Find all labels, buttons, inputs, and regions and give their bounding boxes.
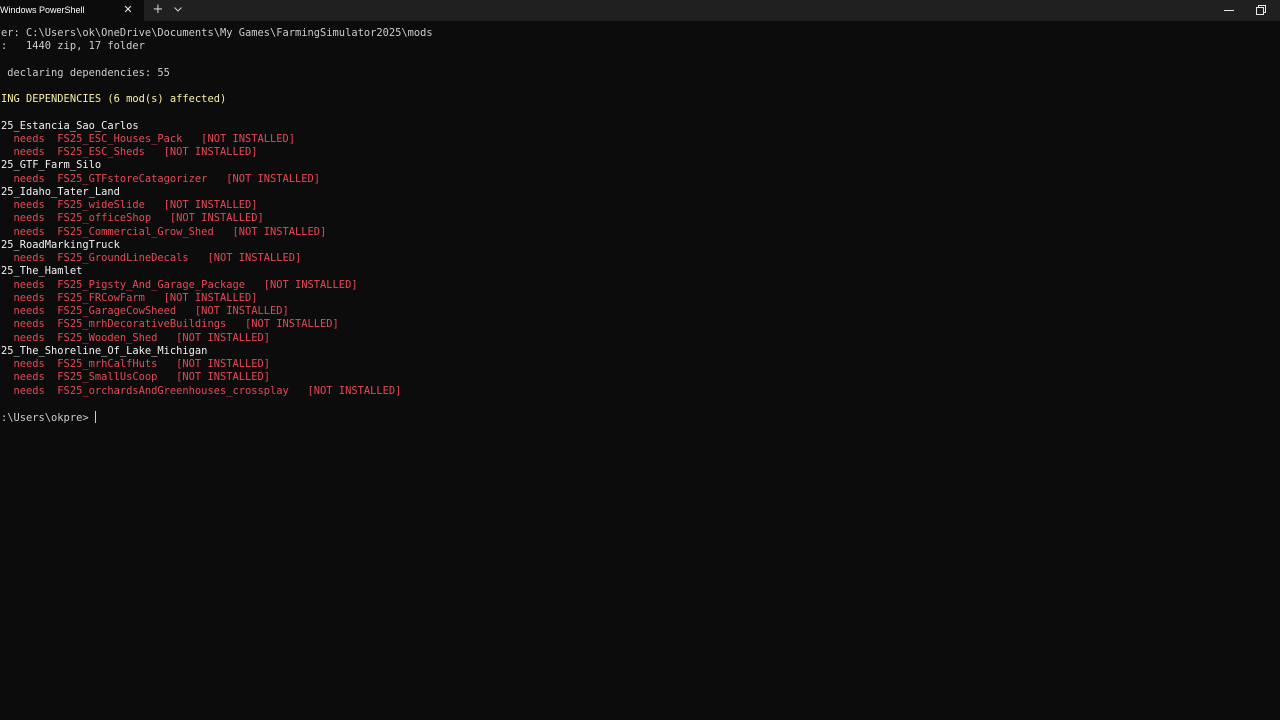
plus-icon[interactable]: +	[150, 2, 166, 18]
terminal-line: needs FS25_ESC_Sheds [NOT INSTALLED]	[1, 146, 258, 158]
terminal-line: ING DEPENDENCIES (6 mod(s) affected)	[1, 93, 227, 105]
terminal-line: needs FS25_GTFstoreCatagorizer [NOT INST…	[1, 173, 321, 185]
terminal-line: declaring dependencies: 55	[1, 67, 170, 79]
terminal-line: 25_Idaho_Tater_Land	[1, 186, 120, 198]
minimize-icon[interactable]	[1213, 0, 1245, 21]
terminal-line: er: C:\Users\ok\OneDrive\Documents\My Ga…	[1, 27, 433, 39]
terminal-line: needs FS25_FRCowFarm [NOT INSTALLED]	[1, 292, 258, 304]
chevron-down-icon[interactable]	[171, 2, 185, 18]
terminal-line: needs FS25_Pigsty_And_Garage_Package [NO…	[1, 279, 358, 291]
prompt-line[interactable]: :\Users\okpre>	[1, 411, 96, 424]
terminal-line: needs FS25_ESC_Houses_Pack [NOT INSTALLE…	[1, 133, 296, 145]
terminal-line: needs FS25_Commercial_Grow_Shed [NOT INS…	[1, 226, 327, 238]
tab-windows-powershell[interactable]: Windows PowerShell ✕	[0, 0, 144, 21]
terminal-line: : 1440 zip, 17 folder	[1, 40, 145, 52]
terminal-line: needs FS25_mrhDecorativeBuildings [NOT I…	[1, 318, 339, 330]
terminal-line: 25_The_Shoreline_Of_Lake_Michigan	[1, 345, 208, 357]
restore-icon[interactable]	[1245, 0, 1277, 21]
tab-title: Windows PowerShell	[0, 5, 85, 15]
terminal-line: 25_RoadMarkingTruck	[1, 239, 120, 251]
terminal-line: needs FS25_wideSlide [NOT INSTALLED]	[1, 199, 258, 211]
terminal-output[interactable]: er: C:\Users\ok\OneDrive\Documents\My Ga…	[0, 21, 1280, 720]
terminal-line: needs FS25_Wooden_Shed [NOT INSTALLED]	[1, 332, 271, 344]
close-icon[interactable]: ✕	[120, 2, 136, 18]
title-bar: Windows PowerShell ✕ +	[0, 0, 1280, 21]
terminal-line: needs FS25_SmallUsCoop [NOT INSTALLED]	[1, 371, 271, 383]
terminal-line: 25_GTF_Farm_Silo	[1, 159, 102, 171]
terminal-line: needs FS25_GroundLineDecals [NOT INSTALL…	[1, 252, 302, 264]
terminal-line: 25_Estancia_Sao_Carlos	[1, 120, 139, 132]
terminal-line: needs FS25_orchardsAndGreenhouses_crossp…	[1, 385, 402, 397]
prompt-text: :\Users\okpre>	[1, 412, 95, 424]
terminal-line: needs FS25_officeShop [NOT INSTALLED]	[1, 212, 264, 224]
terminal-line: needs FS25_GarageCowSheed [NOT INSTALLED…	[1, 305, 289, 317]
text-cursor	[94, 411, 96, 423]
terminal-line: 25_The_Hamlet	[1, 265, 83, 277]
terminal-line: needs FS25_mrhCalfHuts [NOT INSTALLED]	[1, 358, 271, 370]
